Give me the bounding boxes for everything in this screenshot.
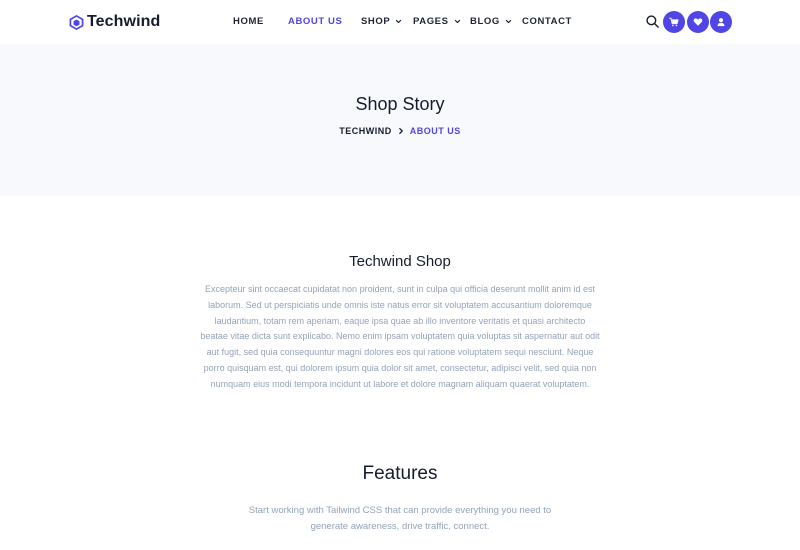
breadcrumb-item-current: About Us	[409, 126, 461, 136]
chevron-right-icon	[397, 127, 405, 135]
account-button[interactable]	[710, 11, 732, 33]
shop-section-text: Excepteur sint occaecat cupidatat non pr…	[200, 284, 600, 389]
chevron-down-icon	[454, 18, 461, 25]
nav-item-home[interactable]: Home	[233, 16, 264, 27]
nav-item-pages-label: Pages	[413, 16, 449, 27]
search-icon[interactable]	[645, 14, 660, 29]
page-hero: Shop Story Techwind About Us	[0, 44, 800, 196]
cart-button[interactable]	[663, 11, 685, 33]
nav-item-contact-label: Contact	[522, 16, 572, 27]
nav-item-shop-label: Shop	[361, 16, 391, 27]
cart-icon	[669, 17, 679, 27]
nav-item-about-us[interactable]: About Us	[288, 16, 342, 27]
breadcrumb-item-home[interactable]: Techwind	[339, 126, 392, 136]
nav-item-about-us-label: About Us	[288, 16, 343, 27]
features-section-text: Start working with Tailwind CSS that can…	[248, 505, 552, 532]
user-icon	[716, 17, 726, 27]
nav-item-pages[interactable]: Pages	[413, 16, 461, 27]
nav-item-blog[interactable]: Blog	[470, 16, 512, 27]
nav-item-home-label: Home	[233, 16, 264, 27]
chevron-down-icon	[505, 18, 512, 25]
page-title: Shop Story	[355, 94, 445, 114]
breadcrumb: Techwind About Us	[0, 126, 800, 136]
nav-item-shop[interactable]: Shop	[361, 16, 402, 27]
wishlist-button[interactable]	[687, 11, 709, 33]
top-navbar: Techwind Home About Us Shop Pages Blog	[0, 0, 800, 44]
nav-item-contact[interactable]: Contact	[522, 16, 572, 27]
heart-icon	[693, 17, 703, 27]
features-section-title: Features	[362, 463, 438, 484]
shop-section-title: Techwind Shop	[349, 253, 451, 270]
chevron-down-icon	[395, 18, 402, 25]
nav-item-blog-label: Blog	[470, 16, 500, 27]
